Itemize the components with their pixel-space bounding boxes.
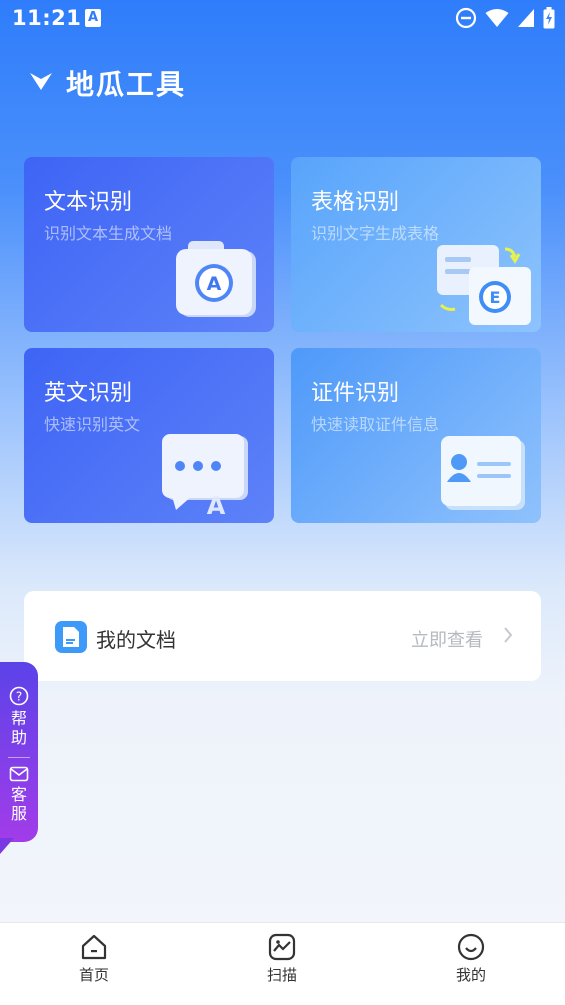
table-recognition-icon: E (433, 241, 533, 332)
mail-icon (9, 766, 29, 782)
side-widget-tail (0, 838, 14, 854)
customer-service-button[interactable]: 客服 (5, 766, 33, 823)
id-card-recognition-icon (437, 434, 527, 516)
wifi-icon (485, 8, 509, 28)
help-label: 帮助 (10, 709, 27, 747)
card-subtitle: 识别文字生成表格 (311, 224, 440, 243)
card-title: 文本识别 (44, 190, 133, 215)
smile-icon (431, 933, 511, 961)
card-id-card-recognition[interactable]: 证件识别 快速读取证件信息 (291, 348, 541, 523)
my-documents-label: 我的文档 (96, 628, 176, 652)
tab-mine[interactable]: 我的 (431, 933, 511, 985)
text-recognition-icon: A (174, 239, 258, 325)
app-title: 地瓜工具 (66, 68, 187, 101)
scan-icon (242, 933, 322, 961)
my-documents-row[interactable]: 我的文档 立即查看 (24, 591, 541, 681)
card-text-recognition[interactable]: 文本识别 识别文本生成文档 A (24, 157, 274, 332)
help-button[interactable]: ? 帮助 (5, 686, 33, 747)
card-subtitle: 识别文本生成文档 (44, 224, 173, 243)
english-recognition-icon: A (158, 430, 254, 520)
status-bar: 11:21 A (0, 0, 565, 40)
tab-scan-label: 扫描 (266, 966, 297, 984)
card-title: 表格识别 (311, 190, 400, 215)
system-icons (455, 7, 555, 29)
home-icon (54, 933, 134, 961)
card-english-recognition[interactable]: 英文识别 快速识别英文 A (24, 348, 274, 523)
battery-charging-icon (543, 7, 555, 29)
view-now-link[interactable]: 立即查看 (411, 626, 483, 652)
svg-text:E: E (490, 288, 501, 307)
tab-mine-label: 我的 (455, 966, 486, 984)
tab-home[interactable]: 首页 (54, 933, 134, 985)
card-title: 英文识别 (44, 381, 133, 406)
tab-scan[interactable]: 扫描 (242, 933, 322, 985)
card-title: 证件识别 (311, 381, 400, 406)
svg-text:?: ? (16, 690, 22, 704)
a-notification-icon: A (85, 9, 101, 27)
signal-icon (517, 8, 535, 28)
card-table-recognition[interactable]: 表格识别 识别文字生成表格 E (291, 157, 541, 332)
chevron-right-icon (503, 626, 513, 648)
service-label: 客服 (10, 785, 27, 823)
status-time: 11:21 (12, 6, 82, 30)
help-icon: ? (9, 686, 29, 706)
side-widget-divider (8, 757, 30, 758)
svg-text:A: A (207, 492, 226, 516)
bottom-tab-bar: 首页 扫描 我的 (0, 922, 565, 1005)
svg-text:A: A (207, 273, 222, 295)
card-subtitle: 快速识别英文 (44, 415, 141, 434)
dnd-icon (455, 7, 477, 29)
tab-home-label: 首页 (78, 966, 109, 984)
side-widget: ? 帮助 客服 (0, 662, 38, 854)
app-header: 地瓜工具 (28, 63, 186, 103)
card-subtitle: 快速读取证件信息 (311, 415, 440, 434)
document-icon (55, 621, 87, 657)
chevron-down-icon[interactable] (28, 70, 54, 96)
